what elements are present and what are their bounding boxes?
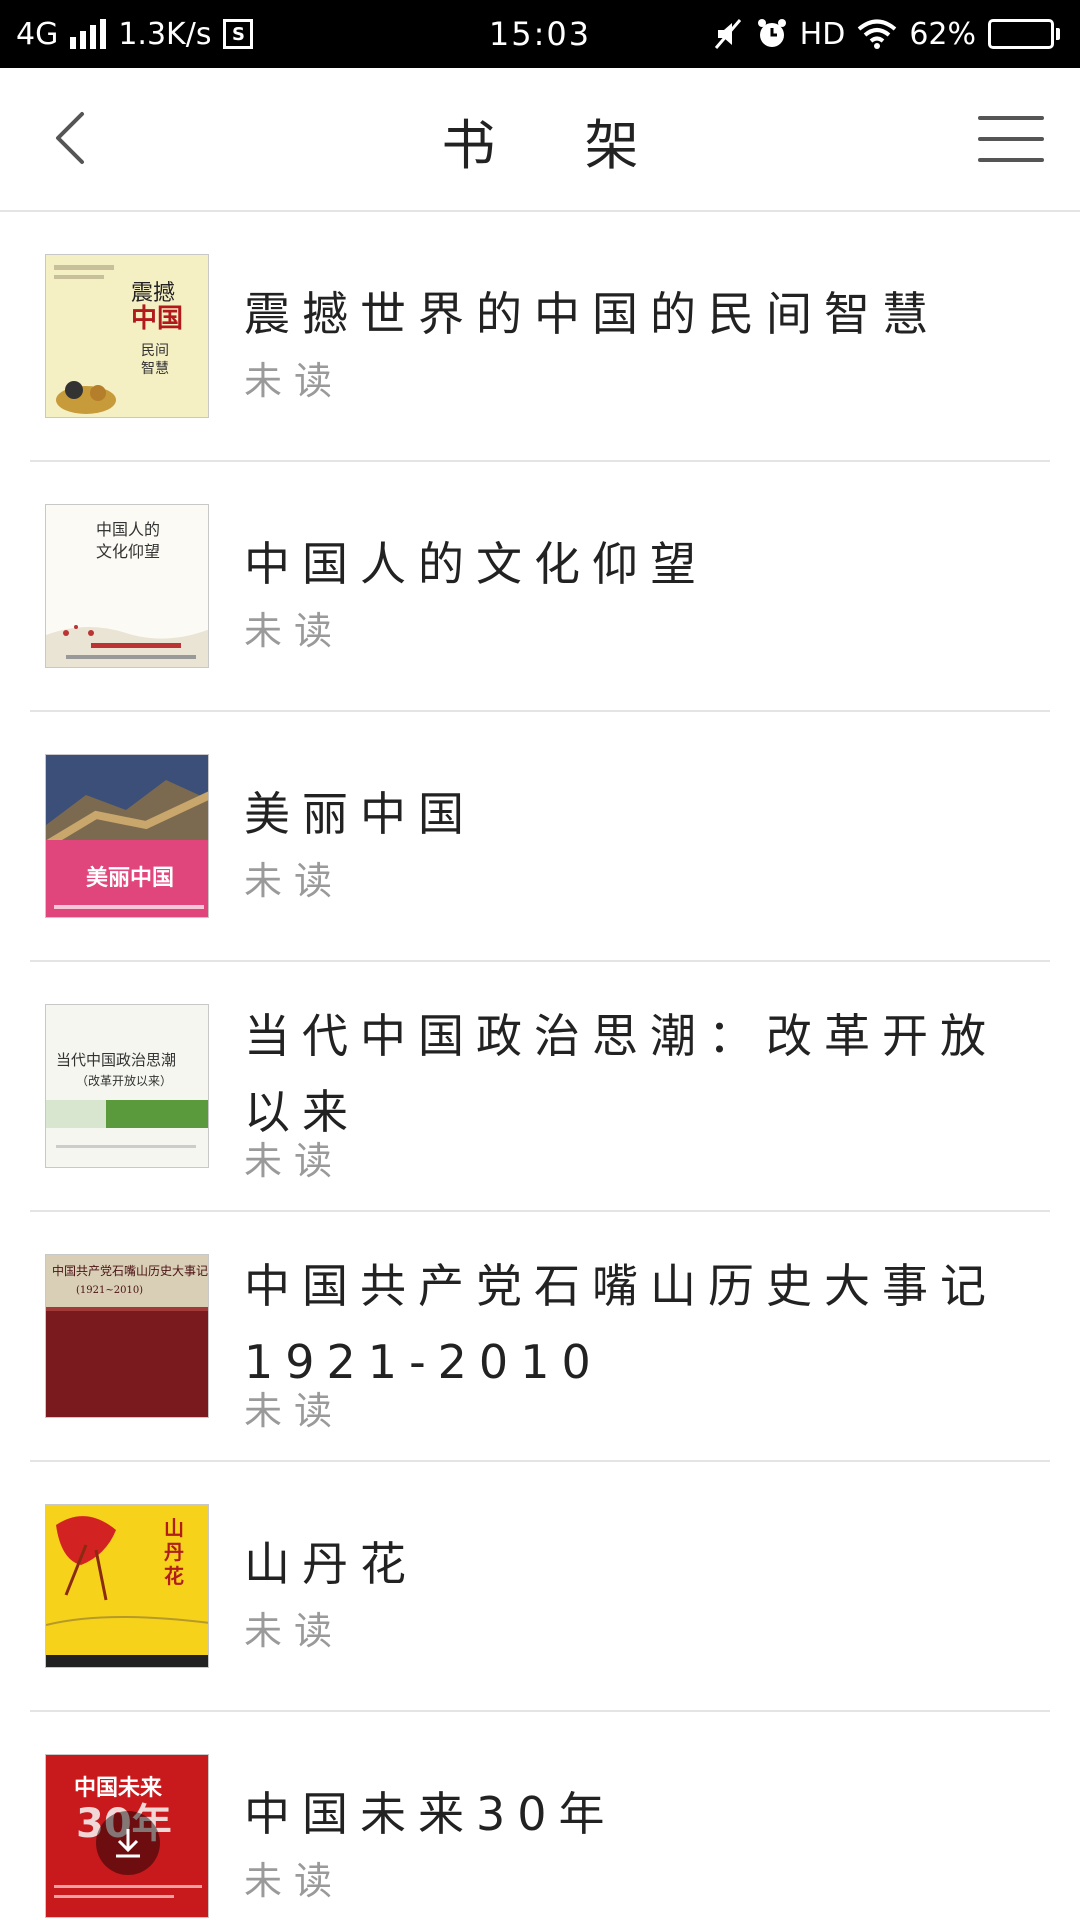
book-status: 未读	[244, 1139, 345, 1183]
hamburger-menu-icon	[978, 116, 1044, 120]
svg-text:智慧: 智慧	[141, 361, 169, 377]
book-title: 当代中国政治思潮：改革开放以来	[244, 1009, 998, 1139]
cover-art: 中国共产党石嘴山历史大事记 (1921~2010)	[46, 1255, 208, 1417]
book-title: 震撼世界的中国的民间智慧	[244, 287, 940, 341]
cover-art: 当代中国政治思潮 （改革开放以来）	[46, 1005, 208, 1167]
status-right: HD 62%	[712, 0, 1060, 68]
svg-text:中国人的: 中国人的	[96, 520, 160, 539]
svg-text:花: 花	[164, 1564, 184, 1588]
book-item[interactable]: 震撼 中国 民间 智慧 震撼世界的中国的民间智慧 未读	[0, 212, 1080, 462]
svg-text:民间: 民间	[141, 343, 169, 359]
cover-art: 中国人的 文化仰望	[46, 505, 208, 667]
signal-icon	[70, 19, 107, 49]
book-cover[interactable]: 中国人的 文化仰望	[45, 504, 209, 668]
book-item[interactable]: 美丽中国 美丽中国 未读	[0, 712, 1080, 962]
svg-text:山: 山	[164, 1516, 184, 1540]
mute-icon	[714, 19, 741, 49]
svg-text:中国未来: 中国未来	[74, 1776, 163, 1801]
cover-art: 山 丹 花	[46, 1505, 208, 1667]
book-status: 未读	[244, 359, 345, 403]
book-title: 山丹花	[244, 1537, 418, 1591]
book-cover[interactable]: 震撼 中国 民间 智慧	[45, 254, 209, 418]
book-cover[interactable]: 山 丹 花	[45, 1504, 209, 1668]
svg-text:震撼: 震撼	[131, 281, 175, 306]
menu-button[interactable]	[978, 116, 1044, 162]
wifi-icon	[858, 19, 897, 49]
alarm-icon	[757, 19, 786, 47]
svg-text:美丽中国: 美丽中国	[86, 865, 174, 891]
book-title: 美丽中国	[244, 787, 476, 841]
download-button[interactable]	[96, 1811, 160, 1875]
hd-label: HD	[799, 16, 846, 52]
book-title: 中国人的文化仰望	[244, 537, 708, 591]
book-item[interactable]: 中国共产党石嘴山历史大事记 (1921~2010) 中国共产党石嘴山历史大事记1…	[0, 1212, 1080, 1462]
book-status: 未读	[244, 1389, 345, 1433]
svg-text:中国: 中国	[131, 304, 183, 334]
svg-text:(1921~2010): (1921~2010)	[76, 1285, 143, 1296]
svg-text:当代中国政治思潮: 当代中国政治思潮	[56, 1051, 176, 1069]
chevron-left-icon	[56, 112, 84, 164]
book-status: 未读	[244, 859, 345, 903]
cover-art: 美丽中国	[46, 755, 208, 917]
book-title: 中国共产党石嘴山历史大事记1921-2010	[244, 1259, 998, 1389]
back-button[interactable]	[40, 106, 104, 170]
clock: 15:03	[488, 15, 592, 53]
status-bar: 4G 1.3K/s S 15:03 HD 62%	[0, 0, 1080, 68]
page-title: 书 架	[441, 113, 675, 177]
book-status: 未读	[244, 1609, 345, 1653]
svg-text:丹: 丹	[164, 1540, 184, 1564]
status-left: 4G 1.3K/s S	[16, 0, 254, 68]
svg-text:（改革开放以来）: （改革开放以来）	[76, 1073, 172, 1088]
book-title: 中国未来30年	[244, 1787, 617, 1841]
sim-icon: S	[223, 19, 254, 49]
network-type: 4G	[16, 16, 59, 52]
battery-percent: 62%	[909, 16, 976, 52]
download-icon	[116, 1829, 140, 1858]
book-item[interactable]: 当代中国政治思潮 （改革开放以来） 当代中国政治思潮：改革开放以来 未读	[0, 962, 1080, 1212]
svg-text:中国共产党石嘴山历史大事记: 中国共产党石嘴山历史大事记	[52, 1263, 208, 1278]
network-speed: 1.3K/s	[118, 16, 212, 52]
book-item[interactable]: 山 丹 花 山丹花 未读	[0, 1462, 1080, 1712]
book-status: 未读	[244, 1859, 345, 1903]
book-cover[interactable]: 中国未来 30年	[45, 1754, 209, 1918]
book-cover[interactable]: 美丽中国	[45, 754, 209, 918]
book-item[interactable]: 中国未来 30年 中国未来30年 未读	[0, 1712, 1080, 1920]
svg-text:文化仰望: 文化仰望	[96, 542, 160, 561]
battery-icon	[988, 19, 1060, 49]
book-status: 未读	[244, 609, 345, 653]
app-header: 书 架	[0, 68, 1080, 212]
book-item[interactable]: 中国人的 文化仰望 中国人的文化仰望 未读	[0, 462, 1080, 712]
book-cover[interactable]: 当代中国政治思潮 （改革开放以来）	[45, 1004, 209, 1168]
cover-art: 震撼 中国 民间 智慧	[46, 255, 208, 417]
book-cover[interactable]: 中国共产党石嘴山历史大事记 (1921~2010)	[45, 1254, 209, 1418]
